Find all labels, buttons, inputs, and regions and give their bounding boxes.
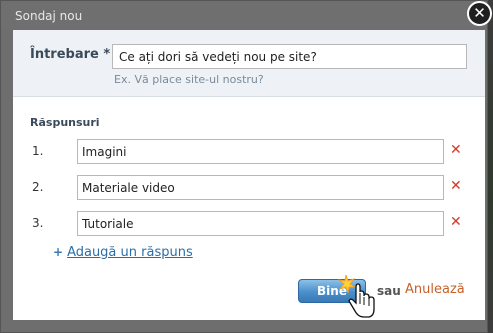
question-label: Întrebare * [30, 47, 111, 62]
answer-input[interactable] [77, 211, 444, 236]
answer-number: 3. [32, 216, 44, 230]
remove-answer-icon[interactable]: ✕ [450, 178, 462, 194]
question-input[interactable] [112, 44, 467, 69]
cancel-link[interactable]: Anulează [405, 282, 465, 297]
answers-label: Răspunsuri [30, 116, 100, 129]
remove-answer-icon[interactable]: ✕ [450, 142, 462, 158]
dialog-title: Sondaj nou [15, 9, 83, 23]
answer-row: 1. ✕ [13, 139, 485, 165]
question-section: Întrebare * Ex. Vă place site-ul nostru? [13, 30, 485, 97]
add-answer-label: Adaugă un răspuns [67, 245, 193, 260]
answer-input[interactable] [77, 175, 444, 200]
poll-dialog: Sondaj nou Întrebare * Ex. Vă place site… [0, 0, 492, 333]
dialog-content: Întrebare * Ex. Vă place site-ul nostru?… [13, 30, 485, 320]
close-icon[interactable]: ✕ [467, 1, 492, 26]
answer-row: 2. ✕ [13, 175, 485, 201]
hand-cursor-icon [338, 274, 375, 318]
answer-number: 2. [32, 180, 44, 194]
add-answer-link[interactable]: + Adaugă un răspuns [53, 245, 193, 260]
remove-answer-icon[interactable]: ✕ [450, 214, 462, 230]
answer-row: 3. ✕ [13, 211, 485, 237]
answer-number: 1. [32, 144, 44, 158]
plus-icon: + [53, 245, 64, 259]
answer-input[interactable] [77, 139, 444, 164]
dialog-titlebar: Sondaj nou [1, 1, 487, 30]
or-text: sau [377, 284, 401, 298]
question-hint: Ex. Vă place site-ul nostru? [114, 73, 264, 86]
